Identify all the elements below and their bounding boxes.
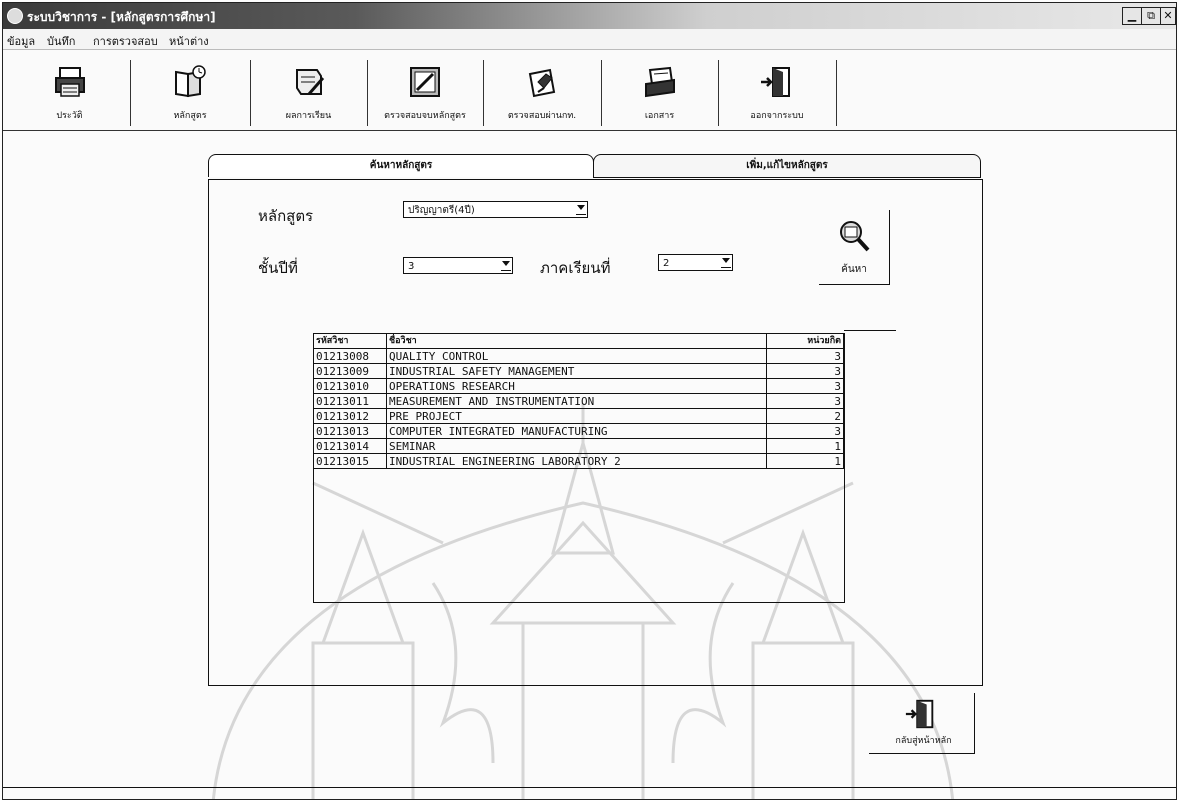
toolbar-button-history[interactable]: ประวัติ xyxy=(9,60,131,126)
app-window: ระบบวิชาการ - [หลักสูตรการศึกษา] ▁ ⧉ ✕ ข… xyxy=(2,2,1177,800)
menu-record[interactable]: บันทึก xyxy=(47,32,75,50)
status-divider xyxy=(3,787,1176,788)
table-row[interactable]: 01213013 COMPUTER INTEGRATED MANUFACTURI… xyxy=(314,424,844,439)
curriculum-select-value: ปริญญาตรี(4ปี) xyxy=(408,205,475,216)
cell-credits: 3 xyxy=(767,349,844,364)
toolbar-label-documents: เอกสาร xyxy=(644,111,675,121)
table-row[interactable]: 01213014 SEMINAR 1 xyxy=(314,439,844,454)
column-header-code[interactable]: รหัสวิชา xyxy=(314,334,387,349)
paper-tray-icon xyxy=(644,66,675,98)
back-to-home-label: กลับสู่หน้าหลัก xyxy=(895,736,952,746)
cell-code: 01213008 xyxy=(314,349,387,364)
magnifier-icon xyxy=(840,221,870,252)
toolbar-label-graduation-check: ตรวจสอบจบหลักสูตร xyxy=(384,111,466,121)
close-button[interactable]: ✕ xyxy=(1160,7,1176,25)
toolbar-label-grades: ผลการเรียน xyxy=(285,111,332,121)
cell-name: INDUSTRIAL ENGINEERING LABORATORY 2 xyxy=(387,454,767,469)
cell-name: OPERATIONS RESEARCH xyxy=(387,379,767,394)
toolbar-label-logout: ออกจากระบบ xyxy=(750,111,804,121)
search-button[interactable]: ค้นหา xyxy=(819,210,890,285)
cell-credits: 1 xyxy=(767,439,844,454)
year-select-value: 3 xyxy=(408,261,415,272)
cell-name: COMPUTER INTEGRATED MANUFACTURING xyxy=(387,424,767,439)
toolbar: ประวัติ หลักสูตร ผลการเรียน ตรวจสอบจบหลั… xyxy=(3,50,1176,131)
curriculum-label: หลักสูตร xyxy=(258,207,314,225)
cell-credits: 3 xyxy=(767,394,844,409)
cell-code: 01213014 xyxy=(314,439,387,454)
writing-hand-icon xyxy=(528,68,556,98)
title-bar[interactable]: ระบบวิชาการ - [หลักสูตรการศึกษา] ▁ ⧉ ✕ xyxy=(3,3,1176,29)
cell-credits: 2 xyxy=(767,409,844,424)
cell-code: 01213011 xyxy=(314,394,387,409)
grid-header-extension xyxy=(844,330,896,331)
cell-code: 01213012 xyxy=(314,409,387,424)
cell-name: PRE PROJECT xyxy=(387,409,767,424)
tab-search-curriculum[interactable]: ค้นหาหลักสูตร xyxy=(208,154,594,177)
chevron-down-icon xyxy=(501,261,511,271)
toolbar-label-history: ประวัติ xyxy=(56,111,83,121)
menu-window[interactable]: หน้าต่าง xyxy=(169,32,209,50)
cell-code: 01213010 xyxy=(314,379,387,394)
year-select[interactable]: 3 xyxy=(403,257,513,274)
cell-code: 01213015 xyxy=(314,454,387,469)
menu-bar: ข้อมูล บันทึก การตรวจสอบ หน้าต่าง xyxy=(3,29,1176,50)
cell-code: 01213013 xyxy=(314,424,387,439)
exit-door-icon xyxy=(761,67,790,97)
notepad-pencil-icon xyxy=(410,67,440,97)
chevron-down-icon xyxy=(721,258,731,268)
toolbar-button-documents[interactable]: เอกสาร xyxy=(601,60,719,126)
table-row[interactable]: 01213010 OPERATIONS RESEARCH 3 xyxy=(314,379,844,394)
search-button-label: ค้นหา xyxy=(841,264,867,275)
book-clock-icon xyxy=(175,65,206,98)
back-to-home-button[interactable]: กลับสู่หน้าหลัก xyxy=(869,693,975,754)
cell-name: MEASUREMENT AND INSTRUMENTATION xyxy=(387,394,767,409)
table-row[interactable]: 01213008 QUALITY CONTROL 3 xyxy=(314,349,844,364)
cell-name: QUALITY CONTROL xyxy=(387,349,767,364)
semester-select-value: 2 xyxy=(663,258,670,269)
cell-credits: 3 xyxy=(767,424,844,439)
menu-data[interactable]: ข้อมูล xyxy=(7,32,35,50)
exit-door-icon xyxy=(905,699,934,729)
cell-credits: 3 xyxy=(767,379,844,394)
tab-edit-curriculum[interactable]: เพิ่ม,แก้ไขหลักสูตร xyxy=(593,154,981,178)
column-header-credits[interactable]: หน่วยกิต xyxy=(767,334,844,349)
cell-name: SEMINAR xyxy=(387,439,767,454)
semester-label: ภาคเรียนที่ xyxy=(540,259,611,277)
year-label: ชั้นปีที่ xyxy=(258,259,298,277)
toolbar-button-pass-check[interactable]: ตรวจสอบผ่านกท. xyxy=(483,60,602,126)
toolbar-button-logout[interactable]: ออกจากระบบ xyxy=(718,60,837,126)
printer-icon xyxy=(54,67,85,97)
cell-name: INDUSTRIAL SAFETY MANAGEMENT xyxy=(387,364,767,379)
toolbar-label-pass-check: ตรวจสอบผ่านกท. xyxy=(507,111,577,121)
chevron-down-icon xyxy=(576,205,586,215)
table-row[interactable]: 01213012 PRE PROJECT 2 xyxy=(314,409,844,424)
minimize-button[interactable]: ▁ xyxy=(1122,7,1142,25)
cell-credits: 1 xyxy=(767,454,844,469)
course-grid[interactable]: รหัสวิชา ชื่อวิชา หน่วยกิต 01213008 QUAL… xyxy=(313,333,845,603)
curriculum-select[interactable]: ปริญญาตรี(4ปี) xyxy=(403,201,588,218)
toolbar-button-graduation-check[interactable]: ตรวจสอบจบหลักสูตร xyxy=(367,60,484,126)
toolbar-button-grades[interactable]: ผลการเรียน xyxy=(250,60,368,126)
table-row[interactable]: 01213011 MEASUREMENT AND INSTRUMENTATION… xyxy=(314,394,844,409)
app-icon xyxy=(7,8,23,24)
menu-check[interactable]: การตรวจสอบ xyxy=(93,32,158,50)
grid-header: รหัสวิชา ชื่อวิชา หน่วยกิต xyxy=(314,334,844,349)
table-row[interactable]: 01213009 INDUSTRIAL SAFETY MANAGEMENT 3 xyxy=(314,364,844,379)
cell-code: 01213009 xyxy=(314,364,387,379)
toolbar-label-curriculum: หลักสูตร xyxy=(173,111,207,121)
scroll-pen-icon xyxy=(295,69,324,95)
toolbar-button-curriculum[interactable]: หลักสูตร xyxy=(130,60,251,126)
maximize-button[interactable]: ⧉ xyxy=(1141,7,1161,25)
table-row[interactable]: 01213015 INDUSTRIAL ENGINEERING LABORATO… xyxy=(314,454,844,469)
cell-credits: 3 xyxy=(767,364,844,379)
window-title: ระบบวิชาการ - [หลักสูตรการศึกษา] xyxy=(27,10,216,24)
column-header-name[interactable]: ชื่อวิชา xyxy=(387,334,767,349)
semester-select[interactable]: 2 xyxy=(658,254,733,271)
